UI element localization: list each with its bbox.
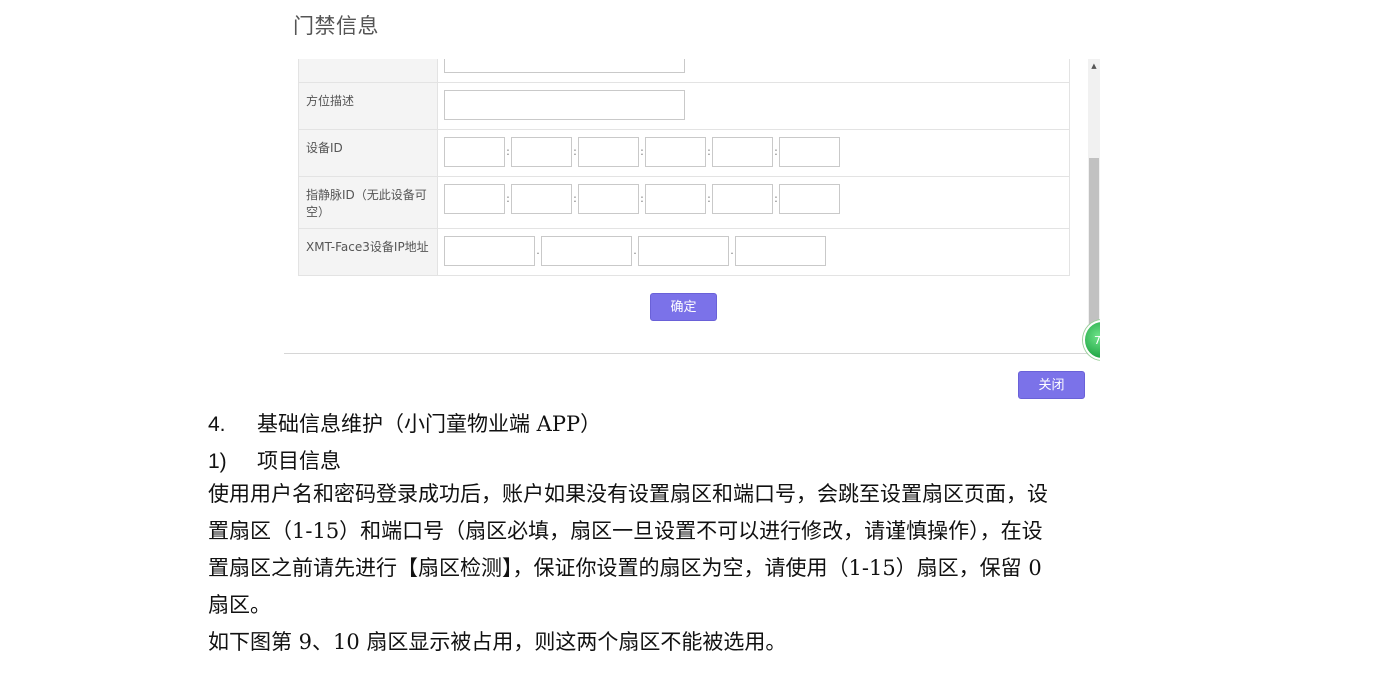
subsection-title: 项目信息 bbox=[257, 449, 341, 473]
form-label: 设备ID bbox=[298, 129, 438, 177]
form-label-hidden bbox=[298, 59, 438, 83]
vein-id-input[interactable] bbox=[645, 184, 706, 214]
subsection-heading: 1) 项目信息 bbox=[208, 445, 341, 475]
vein-id-input[interactable] bbox=[712, 184, 773, 214]
form-field bbox=[437, 82, 1070, 130]
table-row bbox=[298, 59, 1070, 83]
device-id-fields: ::::: bbox=[437, 129, 1070, 177]
paragraph-line: 使用用户名和密码登录成功后，账户如果没有设置扇区和端口号，会跳至设置扇区页面，设 bbox=[208, 482, 1048, 506]
vein-id-input[interactable] bbox=[779, 184, 840, 214]
table-row: 方位描述 bbox=[298, 82, 1070, 130]
device-id-input[interactable] bbox=[779, 137, 840, 167]
paragraph: 使用用户名和密码登录成功后，账户如果没有设置扇区和端口号，会跳至设置扇区页面，设… bbox=[208, 476, 1183, 661]
device-id-input[interactable] bbox=[712, 137, 773, 167]
vein-id-input[interactable] bbox=[511, 184, 572, 214]
section-heading: 4. 基础信息维护（小门童物业端 APP） bbox=[208, 408, 601, 438]
text-input[interactable] bbox=[444, 59, 685, 73]
access-form-table: 方位描述 设备ID ::::: 指静脉ID（无此设备可空） ::::: XMT-… bbox=[298, 59, 1070, 276]
form-label: 方位描述 bbox=[298, 82, 438, 130]
dialog-title: 门禁信息 bbox=[293, 14, 379, 38]
subsection-number: 1) bbox=[208, 450, 227, 473]
device-id-input[interactable] bbox=[444, 137, 505, 167]
section-title: 基础信息维护（小门童物业端 APP） bbox=[257, 412, 602, 436]
paragraph-line: 置扇区（1-15）和端口号（扇区必填，扇区一旦设置不可以进行修改，请谨慎操作），… bbox=[208, 519, 1043, 543]
note-line: 如下图第 9、10 扇区显示被占用，则这两个扇区不能被选用。 bbox=[208, 630, 787, 654]
ip-octet-input[interactable] bbox=[444, 236, 535, 266]
ip-address-fields: ... bbox=[437, 228, 1070, 276]
vein-id-fields: ::::: bbox=[437, 176, 1070, 229]
vein-id-input[interactable] bbox=[444, 184, 505, 214]
close-button[interactable]: 关闭 bbox=[1018, 371, 1085, 399]
form-field-hidden bbox=[437, 59, 1070, 83]
device-id-input[interactable] bbox=[578, 137, 639, 167]
table-row: 设备ID ::::: bbox=[298, 129, 1070, 177]
table-row: XMT-Face3设备IP地址 ... bbox=[298, 228, 1070, 276]
paragraph-line: 置扇区之前请先进行【扇区检测】，保证你设置的扇区为空，请使用（1-15）扇区，保… bbox=[208, 556, 1042, 580]
ip-octet-input[interactable] bbox=[638, 236, 729, 266]
paragraph-line: 扇区。 bbox=[208, 593, 271, 617]
scroll-up-arrow-icon[interactable]: ▲ bbox=[1088, 59, 1100, 73]
location-description-input[interactable] bbox=[444, 90, 685, 120]
table-row: 指静脉ID（无此设备可空） ::::: bbox=[298, 176, 1070, 229]
vein-id-input[interactable] bbox=[578, 184, 639, 214]
device-id-input[interactable] bbox=[645, 137, 706, 167]
ip-octet-input[interactable] bbox=[541, 236, 632, 266]
scrollbar-thumb[interactable] bbox=[1089, 158, 1099, 328]
device-id-input[interactable] bbox=[511, 137, 572, 167]
ip-octet-input[interactable] bbox=[735, 236, 826, 266]
form-label: XMT-Face3设备IP地址 bbox=[298, 228, 438, 276]
confirm-button[interactable]: 确定 bbox=[650, 293, 717, 321]
section-number: 4. bbox=[208, 413, 226, 436]
badge-clip-mask bbox=[1100, 300, 1140, 380]
form-label: 指静脉ID（无此设备可空） bbox=[298, 176, 438, 229]
